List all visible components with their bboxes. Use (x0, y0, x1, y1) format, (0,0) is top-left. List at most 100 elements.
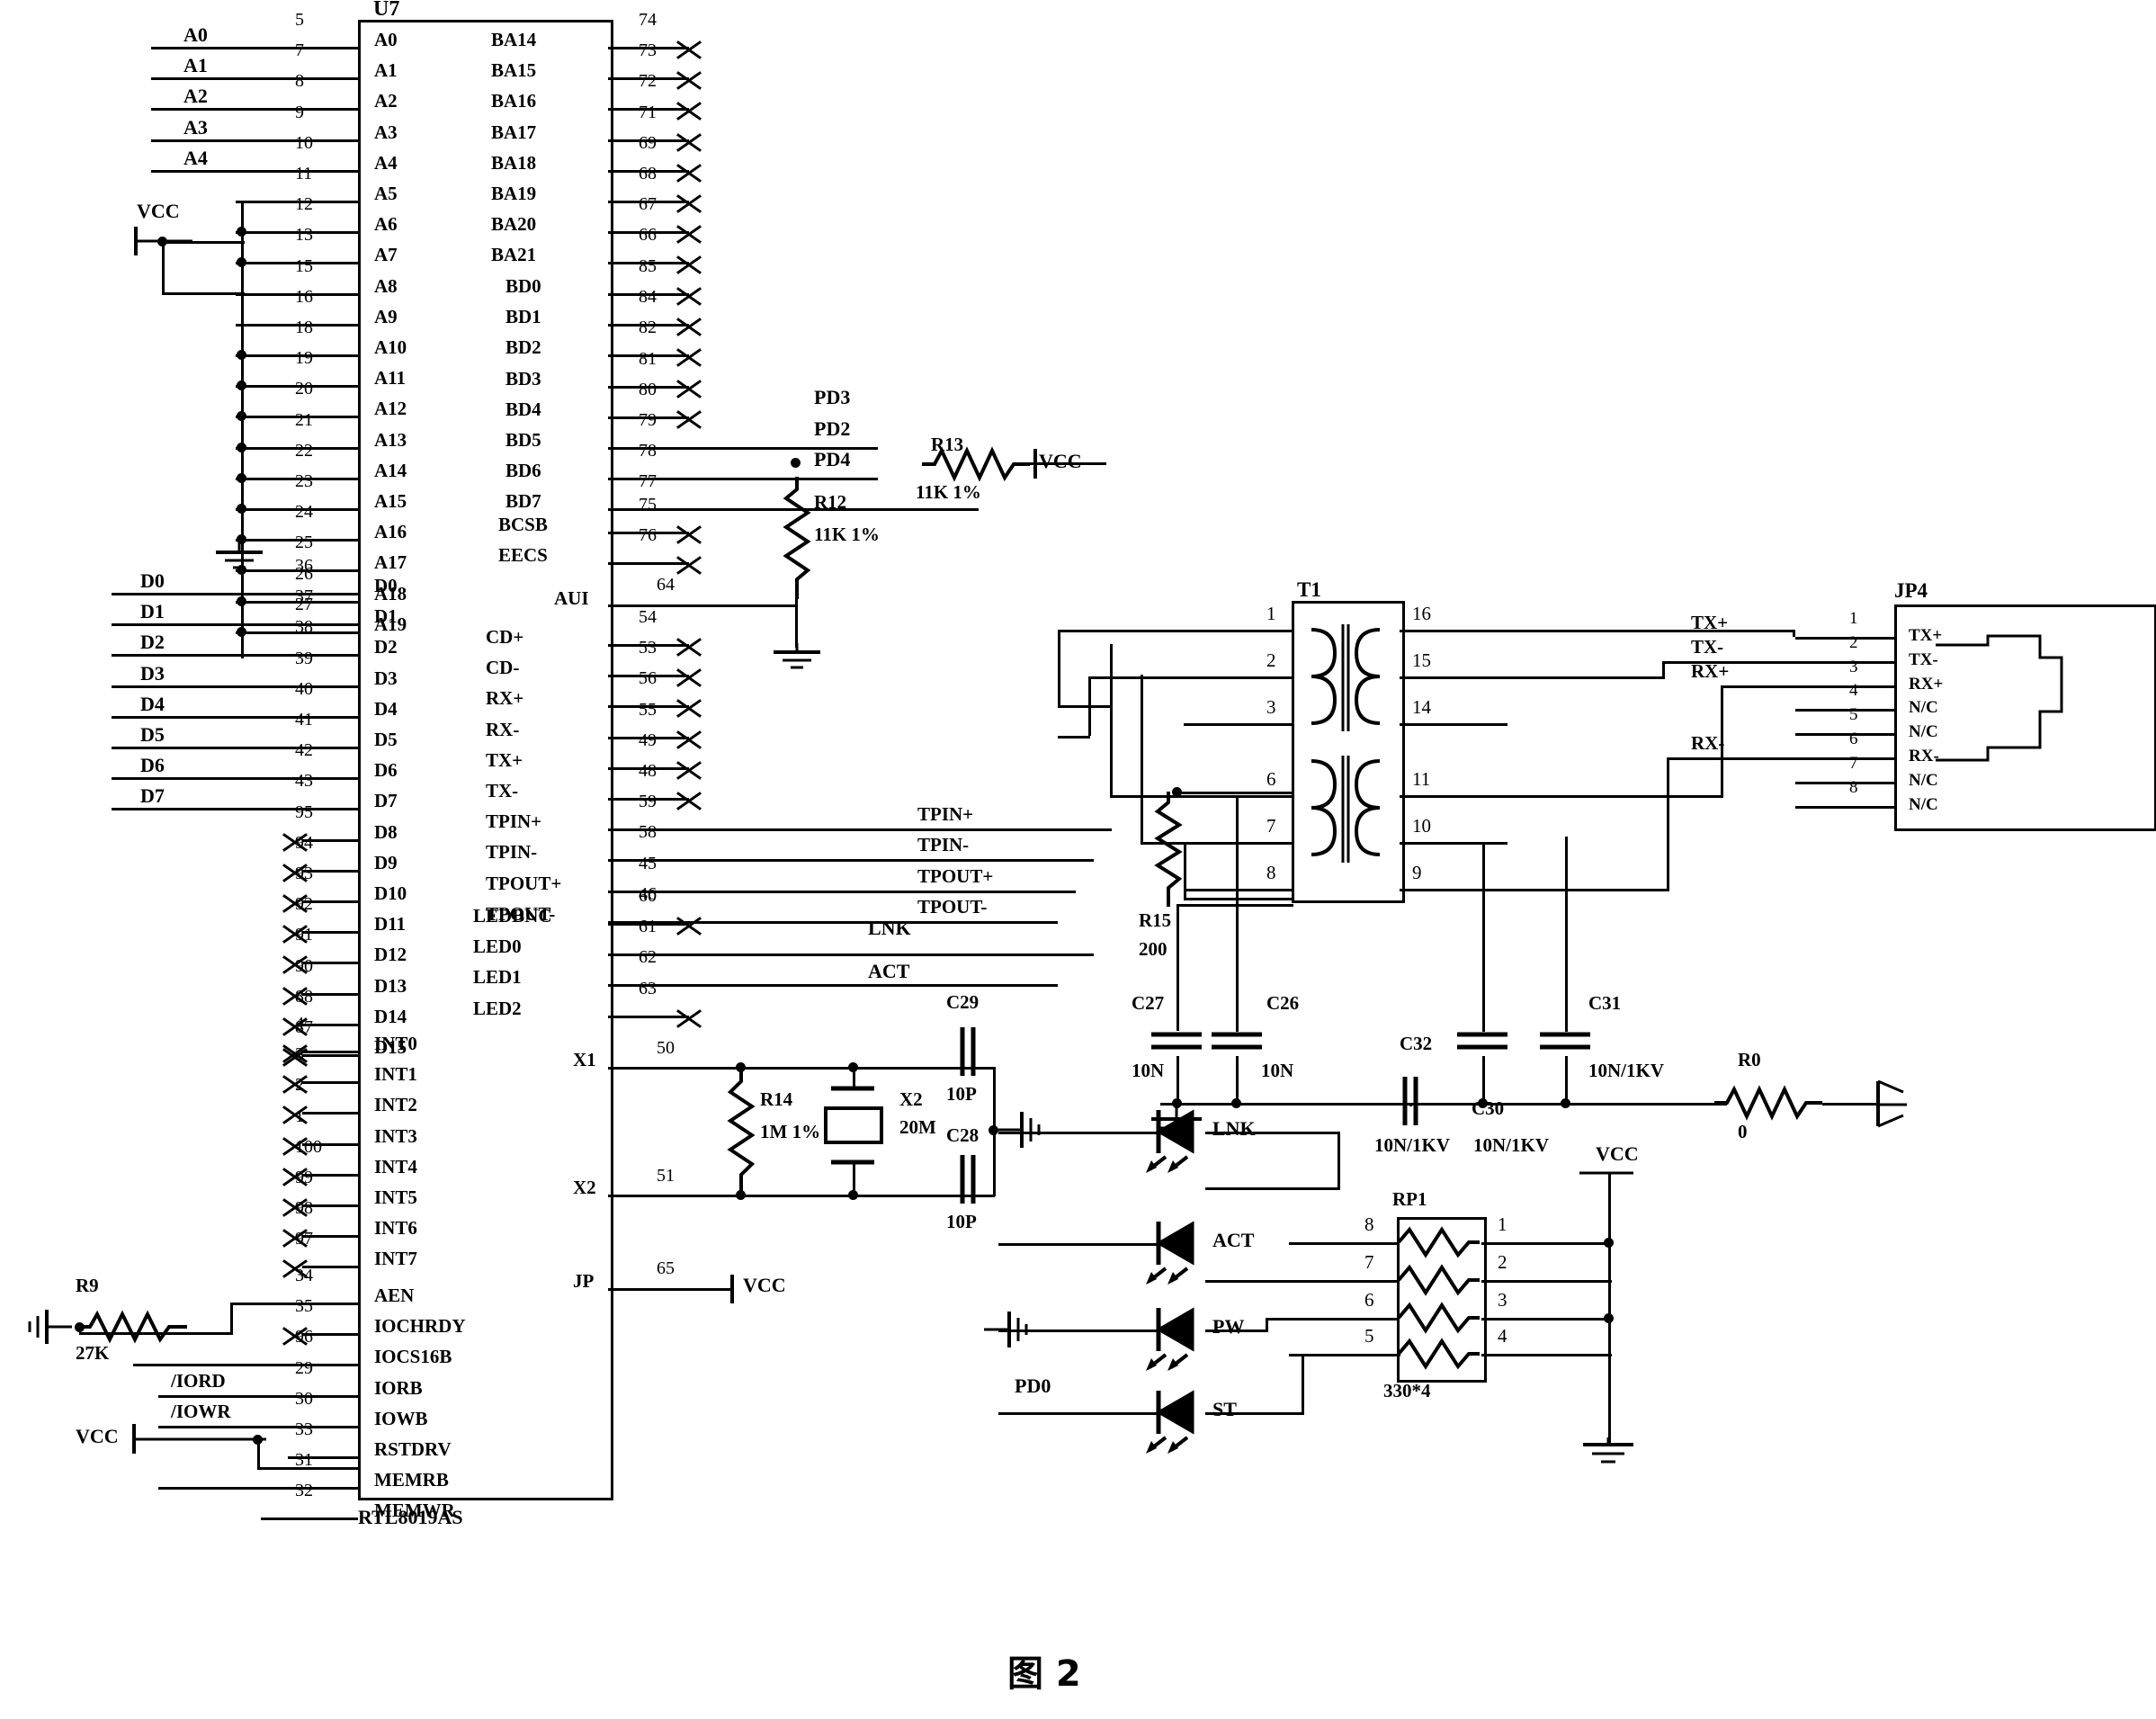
no-connect-ledbnc (675, 910, 703, 939)
no-connect-analog-0 (675, 631, 703, 660)
net-label-d6: D6 (140, 754, 165, 777)
pin-label-bd2: BD2 (505, 336, 541, 359)
wire-t1-c26 (1236, 796, 1239, 1032)
wire-jp (608, 1288, 734, 1291)
capacitor-c30 (1457, 1032, 1507, 1050)
wire-d15 (302, 1054, 358, 1057)
wire-t1-c27 (1176, 905, 1179, 1031)
no-connect-bd0 (675, 281, 703, 309)
t1-right-pin-16: 16 (1412, 603, 1431, 624)
rj45-wire-4 (1795, 733, 1894, 737)
wire-a4 (151, 169, 358, 173)
pin-label-a13: A13 (374, 428, 407, 451)
vcc-bar-memrb (132, 1424, 266, 1454)
pin-label-tpout: TPOUT+ (486, 872, 562, 894)
led-label-lnk: LNK (1212, 1117, 1256, 1140)
junction-c30-gnd (1478, 1098, 1488, 1108)
rj45-wire-5 (1795, 757, 1894, 760)
rj45-pin-number-2: 3 (1849, 657, 1858, 676)
r0-value: 0 (1738, 1121, 1748, 1142)
pin-number-a0: 5 (295, 10, 304, 30)
r14-value: 1M 1% (760, 1121, 821, 1142)
rj45-pin-number-3: 4 (1849, 681, 1858, 701)
no-connect-ba15 (675, 65, 703, 94)
rp1-left-pin-8: 8 (1364, 1213, 1374, 1235)
pin-label-d0: D0 (374, 575, 398, 596)
wire-d7 (112, 808, 358, 811)
pin-label-aui: AUI (554, 587, 589, 609)
resistor-r15 (1154, 792, 1183, 907)
no-connect-analog-1 (675, 662, 703, 691)
pin-label-a15: A15 (374, 490, 407, 512)
wire-r12-down (795, 598, 798, 648)
r9-ref: R9 (76, 1275, 99, 1296)
net-label-pd0: PD0 (1015, 1374, 1051, 1397)
rj45-pin-number-0: 1 (1849, 609, 1858, 628)
rp1-value: 330*4 (1383, 1380, 1431, 1401)
t1-left-pin-8: 8 (1266, 862, 1276, 883)
pin-number-bd1: 84 (639, 287, 657, 308)
rp1-right-wire-0 (1481, 1242, 1612, 1245)
cap-ground-bus (1160, 1103, 1727, 1106)
rail-tpinm-h (1141, 842, 1292, 845)
pin-label-rstdrv: RSTDRV (374, 1438, 452, 1460)
pin-label-iorb: IORB (374, 1376, 423, 1399)
pin-label-a17: A17 (374, 551, 407, 574)
transformer-windings (1311, 624, 1381, 863)
net-label-a1: A1 (183, 54, 208, 77)
wire-tx-plus (1507, 630, 1795, 632)
pin-label-led1: LED1 (473, 966, 522, 989)
wire-rx-plus-h2 (1721, 685, 1795, 688)
pin-number-jp: 65 (657, 1258, 675, 1278)
pin-number-analog-3: 55 (639, 699, 657, 720)
pin-number-iorb: 29 (295, 1357, 313, 1378)
pin-number-int7: 97 (295, 1229, 313, 1249)
pin-number-int5: 99 (295, 1168, 313, 1187)
pin-number-d12: 91 (295, 925, 313, 945)
pin-label-int2: INT2 (374, 1094, 417, 1116)
pin-number-bd2: 82 (639, 318, 657, 338)
junction-addr-7 (237, 257, 246, 268)
junction-addr-10 (237, 350, 246, 360)
wire-analog-8 (608, 890, 1076, 893)
wire-int2 (302, 1112, 358, 1115)
pin-label-ba18: BA18 (491, 151, 537, 174)
pin-label-bcsb: BCSB (498, 514, 548, 535)
wire-rx-plus (1507, 795, 1723, 798)
net-label-d0: D0 (140, 569, 165, 592)
pin-number-bd3: 81 (639, 348, 657, 369)
pin-label-a16: A16 (374, 521, 407, 543)
wire-t1-c31 (1565, 837, 1568, 1032)
pin-label-memrb: MEMRB (374, 1469, 449, 1491)
pin-number-aen: 34 (295, 1266, 313, 1285)
t1-right-pin-14: 14 (1412, 696, 1431, 718)
pin-label-int3: INT3 (374, 1124, 417, 1147)
r9-value: 27K (76, 1342, 110, 1364)
net-label-a3: A3 (183, 115, 208, 139)
pin-label-ba19: BA19 (491, 183, 537, 204)
r13-value: 11K 1% (916, 481, 981, 503)
no-connect-led2 (675, 1003, 703, 1032)
pin-label-bd4: BD4 (505, 398, 541, 420)
no-connect-analog-4 (675, 755, 703, 783)
no-connect-bd1 (675, 311, 703, 340)
c32-ref: C32 (1400, 1033, 1433, 1054)
pin-number-ba19: 68 (639, 164, 657, 184)
junction-addr-11 (237, 381, 246, 391)
pin-number-bd6: 78 (639, 441, 657, 461)
rail-tpoutp-h (1058, 705, 1112, 708)
wire-t1-p8-loop (1184, 898, 1292, 900)
wire-aen-down (230, 1303, 233, 1335)
pin-number-d6: 42 (295, 740, 313, 761)
no-connect-eecs (675, 550, 703, 578)
pin-number-a17: 25 (295, 533, 313, 553)
pin-label-ba14: BA14 (491, 29, 537, 50)
figure-caption: 图 2 (1007, 1653, 1081, 1695)
wire-int1 (302, 1081, 358, 1085)
wire-c30-gnd (1482, 1056, 1485, 1105)
led-st-rp1-v (1302, 1354, 1304, 1415)
pin-label-rx: RX- (486, 718, 520, 740)
rj45-wire-3 (1795, 709, 1894, 712)
c32-value: 10N/1KV (1374, 1134, 1450, 1156)
pin-label-bd6: BD6 (505, 460, 541, 482)
